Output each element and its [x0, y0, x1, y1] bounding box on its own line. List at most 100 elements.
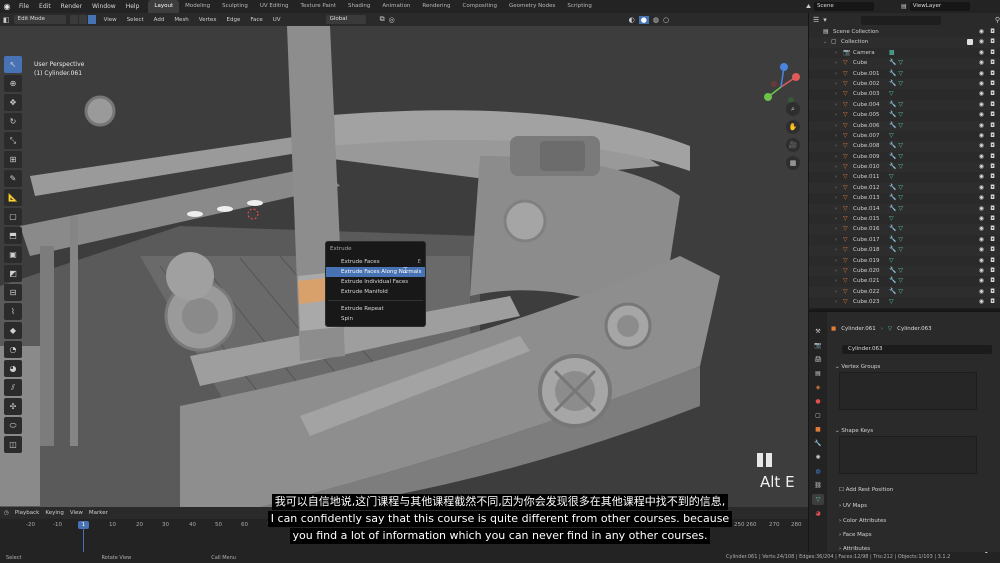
modifier-and-data-icons[interactable]: 🔧 ▽: [889, 141, 903, 151]
poly-build-icon[interactable]: ◆: [4, 322, 22, 339]
modifier-and-data-icons[interactable]: 🔧 ▽: [889, 204, 903, 214]
outliner-object-row[interactable]: › ▽ Cube.021 🔧 ▽ ◉ ◘: [809, 276, 1000, 286]
visibility-eye-icon[interactable]: ◉: [979, 89, 984, 99]
3d-viewport[interactable]: ↖ ⊕ ✥ ↻ ⤡ ⊞ ✎ 📐 ▢ ⬒ ▣ ◩ ⊟ ⌇ ◆ ◔ ◕ ⫽ ✣ ⬭ …: [0, 26, 808, 507]
visibility-eye-icon[interactable]: ◉: [979, 58, 984, 68]
visibility-eye-icon[interactable]: ◉: [979, 256, 984, 266]
visibility-eye-icon[interactable]: ◉: [979, 100, 984, 110]
expand-arrow-icon[interactable]: ›: [835, 235, 837, 245]
outliner-object-row[interactable]: › ▽ Cube.015 ▽ ◉ ◘: [809, 214, 1000, 224]
render-camera-icon[interactable]: ◘: [990, 193, 995, 203]
outliner-object-row[interactable]: › ▽ Cube 🔧 ▽ ◉ ◘: [809, 58, 1000, 69]
visibility-eye-icon[interactable]: ◉: [979, 162, 984, 172]
menu-item-extrude-repeat[interactable]: Extrude Repeat: [326, 304, 425, 314]
menu-item-extrude-faces-along-normals[interactable]: Extrude Faces Along Normals: [326, 267, 425, 277]
particles-tab-icon[interactable]: ✺: [812, 452, 824, 463]
menu-mesh[interactable]: Mesh: [171, 17, 191, 23]
menu-item-extrude-manifold[interactable]: Extrude Manifold: [326, 287, 425, 297]
object-tab-icon[interactable]: ■: [812, 424, 824, 435]
outliner-object-row[interactable]: › ▽ Cube.019 ▽ ◉ ◘: [809, 256, 1000, 266]
menu-edit[interactable]: Edit: [34, 0, 56, 13]
modifier-and-data-icons[interactable]: ▽: [889, 214, 894, 224]
render-camera-icon[interactable]: ◘: [990, 121, 995, 131]
shape-keys-list[interactable]: [839, 436, 977, 474]
render-camera-icon[interactable]: ◘: [990, 204, 995, 214]
outliner-editor-icon[interactable]: ☰: [813, 16, 819, 24]
modifier-and-data-icons[interactable]: ▽: [889, 256, 894, 266]
expand-arrow-icon[interactable]: ›: [835, 214, 837, 224]
menu-view[interactable]: View: [101, 17, 120, 23]
uv-maps-panel[interactable]: › UV Maps: [839, 503, 867, 509]
menu-vertex[interactable]: Vertex: [196, 17, 220, 23]
tab-layout[interactable]: Layout: [148, 0, 180, 13]
outliner-object-row[interactable]: › ▽ Cube.008 🔧 ▽ ◉ ◘: [809, 141, 1000, 152]
visibility-eye-icon[interactable]: ◉: [979, 79, 984, 89]
rip-icon[interactable]: ◫: [4, 436, 22, 453]
menu-edge[interactable]: Edge: [223, 17, 243, 23]
tab-rendering[interactable]: Rendering: [416, 0, 456, 13]
tab-uv-editing[interactable]: UV Editing: [254, 0, 295, 13]
render-camera-icon[interactable]: ◘: [990, 152, 995, 162]
zoom-icon[interactable]: ⌕: [786, 102, 800, 116]
visibility-eye-icon[interactable]: ◉: [979, 204, 984, 214]
display-mode-icon[interactable]: ▾: [823, 16, 827, 24]
constraints-tab-icon[interactable]: ⛓: [812, 480, 824, 491]
expand-arrow-icon[interactable]: ›: [835, 245, 837, 255]
material-tab-icon[interactable]: ◕: [812, 508, 824, 519]
expand-arrow-icon[interactable]: ›: [835, 131, 837, 141]
overlays-icon[interactable]: ◐: [629, 16, 635, 24]
tab-shading[interactable]: Shading: [342, 0, 376, 13]
modifier-tab-icon[interactable]: 🔧: [812, 438, 824, 449]
modifier-and-data-icons[interactable]: ▽: [889, 89, 894, 99]
expand-arrow-icon[interactable]: ›: [835, 276, 837, 286]
shading-solid-icon[interactable]: ●: [638, 15, 649, 24]
render-camera-icon[interactable]: ◘: [990, 79, 995, 89]
view-layer-field[interactable]: ViewLayer: [909, 2, 970, 11]
outliner-object-row[interactable]: › ▽ Cube.003 ▽ ◉ ◘: [809, 89, 1000, 99]
outliner-object-row[interactable]: › ▽ Cube.011 ▽ ◉ ◘: [809, 172, 1000, 182]
expand-arrow-icon[interactable]: ›: [835, 58, 837, 68]
tool-tab-icon[interactable]: ⚒: [812, 326, 824, 337]
loop-cut-icon[interactable]: ⊟: [4, 284, 22, 301]
render-camera-icon[interactable]: ◘: [990, 266, 995, 276]
render-camera-icon[interactable]: ◘: [990, 48, 995, 58]
vertex-groups-header[interactable]: ⌄ Vertex Groups: [835, 362, 1000, 372]
outliner-object-row[interactable]: › ▽ Cube.001 🔧 ▽ ◉ ◘: [809, 69, 1000, 79]
expand-arrow-icon[interactable]: ›: [835, 162, 837, 172]
menu-render[interactable]: Render: [56, 0, 87, 13]
outliner-object-row[interactable]: › ▽ Cube.016 🔧 ▽ ◉ ◘: [809, 224, 1000, 235]
render-camera-icon[interactable]: ◘: [990, 183, 995, 193]
modifier-and-data-icons[interactable]: ▽: [889, 131, 894, 141]
rotate-icon[interactable]: ↻: [4, 113, 22, 130]
collection-tab-icon[interactable]: ▢: [812, 410, 824, 421]
vertex-groups-list[interactable]: [839, 372, 977, 410]
expand-arrow-icon[interactable]: ›: [835, 121, 837, 131]
view-layer-tab-icon[interactable]: ▤: [812, 368, 824, 379]
edge-select-icon[interactable]: [78, 15, 87, 24]
face-select-icon[interactable]: [87, 15, 96, 24]
outliner-object-row[interactable]: › ▽ Cube.017 🔧 ▽ ◉ ◘: [809, 235, 1000, 245]
expand-arrow-icon[interactable]: ›: [835, 204, 837, 214]
expand-arrow-icon[interactable]: ›: [835, 183, 837, 193]
outliner-object-row[interactable]: › ▽ Cube.018 🔧 ▽ ◉ ◘: [809, 245, 1000, 256]
inset-icon[interactable]: ▣: [4, 246, 22, 263]
outliner-camera[interactable]: › 📷 Camera ▩ ◉ ◘: [809, 48, 1000, 58]
tab-animation[interactable]: Animation: [376, 0, 416, 13]
render-camera-icon[interactable]: ◘: [990, 297, 995, 307]
attributes-panel[interactable]: › Attributes: [839, 546, 870, 552]
expand-arrow-icon[interactable]: ⌄: [823, 37, 827, 47]
menu-help[interactable]: Help: [121, 0, 145, 13]
render-camera-icon[interactable]: ◘: [990, 172, 995, 182]
expand-arrow-icon[interactable]: ›: [835, 152, 837, 162]
expand-arrow-icon[interactable]: ›: [835, 141, 837, 151]
expand-arrow-icon[interactable]: ›: [835, 89, 837, 99]
bevel-icon[interactable]: ◩: [4, 265, 22, 282]
render-camera-icon[interactable]: ◘: [990, 245, 995, 255]
exclude-checkbox[interactable]: [967, 39, 973, 46]
measure-icon[interactable]: 📐: [4, 189, 22, 206]
render-camera-icon[interactable]: ◘: [990, 141, 995, 151]
modifier-and-data-icons[interactable]: 🔧 ▽: [889, 235, 903, 245]
expand-arrow-icon[interactable]: ›: [835, 79, 837, 89]
shrink-fatten-icon[interactable]: ✣: [4, 398, 22, 415]
menu-file[interactable]: File: [14, 0, 34, 13]
